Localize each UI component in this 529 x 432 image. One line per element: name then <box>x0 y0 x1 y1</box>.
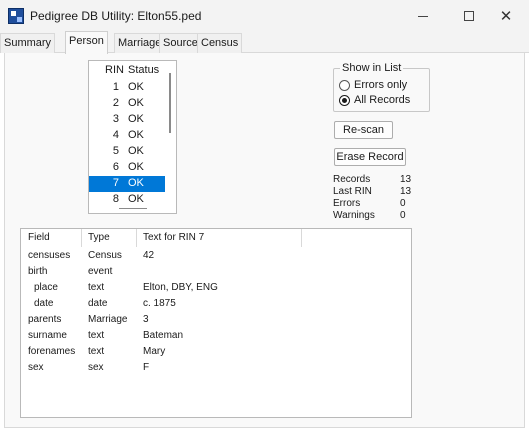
minimize-icon <box>418 15 428 17</box>
tab-source[interactable]: Source <box>159 33 202 53</box>
rin-list-horizontal-scrollbar[interactable] <box>119 208 147 209</box>
status-value: OK <box>128 129 144 141</box>
rin-list[interactable]: RIN Status 1 OK 2 OK 3 OK 4 OK 5 OK 6 OK… <box>88 60 177 214</box>
stat-value: 0 <box>400 210 406 221</box>
errors-only-label[interactable]: Errors only <box>354 79 407 91</box>
rin-column-header[interactable]: RIN <box>105 64 124 76</box>
text-cell: 3 <box>143 314 149 325</box>
stat-last-rin: Last RIN 13 <box>333 186 433 197</box>
stat-warnings: Warnings 0 <box>333 210 433 221</box>
status-value: OK <box>128 161 144 173</box>
stat-errors: Errors 0 <box>333 198 433 209</box>
status-value: OK <box>128 113 144 125</box>
text-cell: 42 <box>143 250 155 261</box>
rin-list-vertical-scrollbar[interactable] <box>169 73 171 133</box>
tab-bar: Summary Person Marriage Source Census <box>0 31 529 54</box>
show-in-list-group: Show in List Errors only All Records <box>333 62 430 112</box>
rin-value: 5 <box>112 145 119 157</box>
rin-list-item[interactable]: 4 OK <box>89 128 165 144</box>
close-button[interactable]: ✕ <box>483 0 529 32</box>
type-cell: text <box>88 346 105 357</box>
errors-only-radio[interactable] <box>339 79 350 91</box>
type-cell: Census <box>88 250 122 261</box>
type-cell: date <box>88 298 108 309</box>
field-cell: sex <box>28 362 44 373</box>
status-value: OK <box>128 177 144 189</box>
tab-census[interactable]: Census <box>197 33 243 53</box>
rin-value: 1 <box>112 81 119 93</box>
all-records-label[interactable]: All Records <box>354 94 410 106</box>
status-column-header[interactable]: Status <box>128 64 159 76</box>
status-value: OK <box>128 145 144 157</box>
rin-value: 8 <box>112 193 119 205</box>
window-title: Pedigree DB Utility: Elton55.ped <box>30 9 202 23</box>
text-cell: Mary <box>143 346 166 357</box>
status-value: OK <box>128 97 144 109</box>
column-divider[interactable] <box>81 229 82 247</box>
minimize-button[interactable] <box>400 0 446 32</box>
tab-summary[interactable]: Summary <box>0 33 56 53</box>
show-in-list-legend: Show in List <box>340 62 404 74</box>
all-records-option[interactable]: All Records <box>339 93 410 107</box>
rin-list-item[interactable]: 5 OK <box>89 144 165 160</box>
type-cell: text <box>88 330 105 341</box>
rin-value: 4 <box>112 129 119 141</box>
rin-list-item[interactable]: 3 OK <box>89 112 165 128</box>
rin-list-item[interactable]: 6 OK <box>89 160 165 176</box>
column-divider[interactable] <box>301 229 302 247</box>
field-cell: date <box>34 298 54 309</box>
type-column-header[interactable]: Type <box>88 232 110 243</box>
stat-records: Records 13 <box>333 174 433 185</box>
stat-value: 13 <box>400 186 412 197</box>
text-cell: Elton, DBY, ENG <box>143 282 218 293</box>
text-cell: F <box>143 362 150 373</box>
rescan-button[interactable]: Re-scan <box>334 121 393 139</box>
stat-label: Records <box>333 174 371 185</box>
errors-only-option[interactable]: Errors only <box>339 78 407 92</box>
field-column-header[interactable]: Field <box>28 232 50 243</box>
field-cell: surname <box>28 330 67 341</box>
status-value: OK <box>128 81 144 93</box>
field-cell: forenames <box>28 346 76 357</box>
type-cell: text <box>88 282 105 293</box>
field-table-header: Field Type Text for RIN 7 <box>21 229 411 247</box>
tab-person[interactable]: Person <box>65 31 108 54</box>
stat-label: Warnings <box>333 210 375 221</box>
rin-list-item[interactable]: 2 OK <box>89 96 165 112</box>
all-records-radio[interactable] <box>339 94 350 106</box>
text-cell: c. 1875 <box>143 298 176 309</box>
rin-value: 6 <box>112 161 119 173</box>
text-cell: Bateman <box>143 330 184 341</box>
field-cell: birth <box>28 266 48 277</box>
type-cell: sex <box>88 362 104 373</box>
rin-list-item[interactable]: 8 OK <box>89 192 165 208</box>
erase-record-button[interactable]: Erase Record <box>334 148 406 166</box>
field-cell: parents <box>28 314 62 325</box>
rin-value: 3 <box>112 113 119 125</box>
close-icon: ✕ <box>499 6 513 25</box>
status-value: OK <box>128 193 144 205</box>
rin-value: 2 <box>112 97 119 109</box>
rin-list-item[interactable]: 1 OK <box>89 80 165 96</box>
field-cell: censuses <box>28 250 71 261</box>
stat-value: 0 <box>400 198 406 209</box>
field-cell: place <box>34 282 58 293</box>
rin-list-item-selected[interactable]: 7 OK <box>89 176 165 192</box>
type-cell: event <box>88 266 113 277</box>
field-table[interactable]: Field Type Text for RIN 7 censuses Censu… <box>20 228 412 418</box>
app-icon <box>8 8 24 24</box>
tab-marriage[interactable]: Marriage <box>114 33 166 53</box>
stat-label: Last RIN <box>333 186 372 197</box>
stat-value: 13 <box>400 174 412 185</box>
rin-value: 7 <box>112 177 119 189</box>
stat-label: Errors <box>333 198 361 209</box>
maximize-icon <box>464 11 474 21</box>
type-cell: Marriage <box>88 314 128 325</box>
title-bar[interactable]: Pedigree DB Utility: Elton55.ped ✕ <box>0 0 529 32</box>
rin-list-header: RIN Status <box>89 64 161 79</box>
column-divider[interactable] <box>136 229 137 247</box>
text-column-header[interactable]: Text for RIN 7 <box>143 232 204 243</box>
